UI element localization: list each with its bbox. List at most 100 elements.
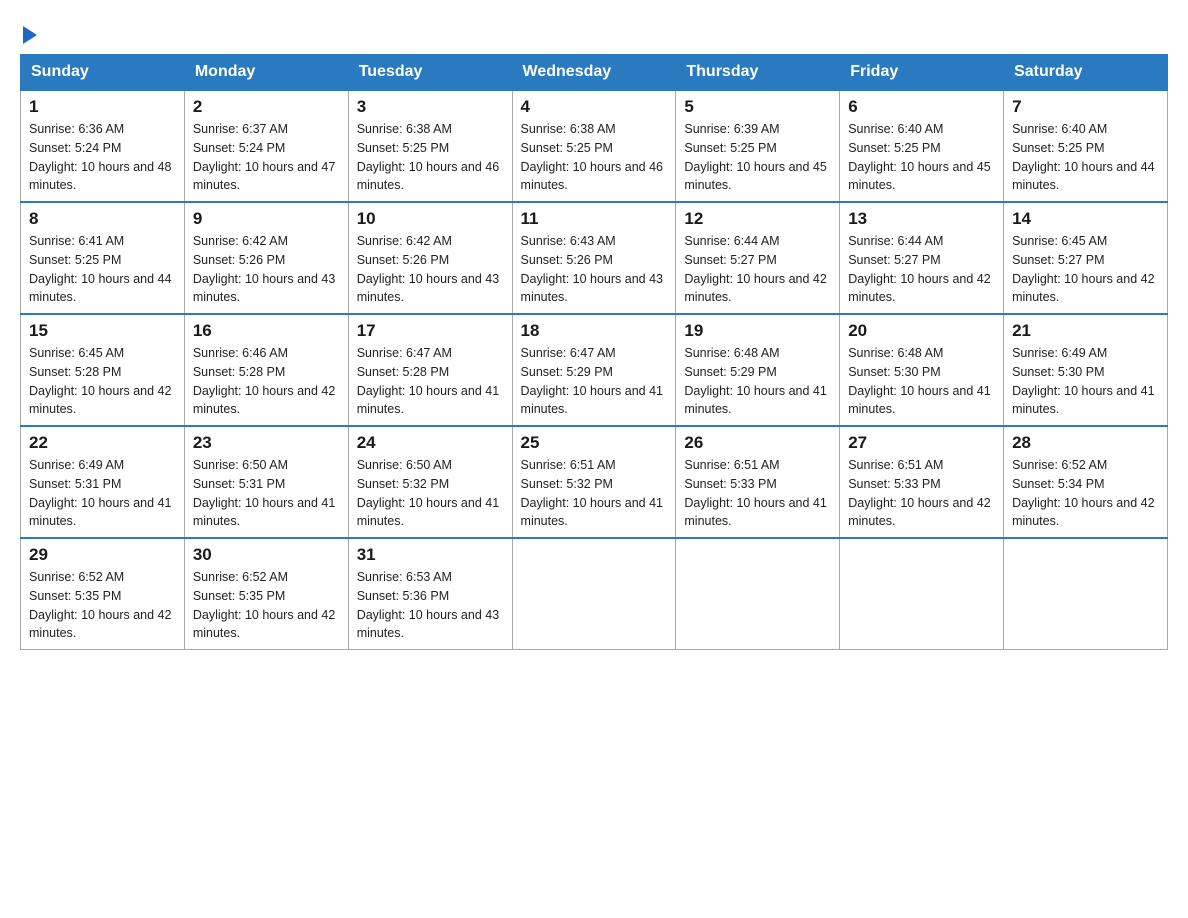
calendar-cell [1004,538,1168,650]
calendar-cell: 17 Sunrise: 6:47 AM Sunset: 5:28 PM Dayl… [348,314,512,426]
day-info: Sunrise: 6:39 AM Sunset: 5:25 PM Dayligh… [684,120,831,195]
sunrise: Sunrise: 6:37 AM [193,122,288,136]
daylight: Daylight: 10 hours and 42 minutes. [848,496,990,529]
daylight: Daylight: 10 hours and 43 minutes. [521,272,663,305]
sunrise: Sunrise: 6:49 AM [29,458,124,472]
day-number: 10 [357,209,504,229]
day-number: 26 [684,433,831,453]
sunset: Sunset: 5:32 PM [521,477,613,491]
sunset: Sunset: 5:25 PM [1012,141,1104,155]
day-info: Sunrise: 6:42 AM Sunset: 5:26 PM Dayligh… [357,232,504,307]
calendar-cell: 30 Sunrise: 6:52 AM Sunset: 5:35 PM Dayl… [184,538,348,650]
day-info: Sunrise: 6:51 AM Sunset: 5:32 PM Dayligh… [521,456,668,531]
day-number: 30 [193,545,340,565]
sunrise: Sunrise: 6:42 AM [357,234,452,248]
day-number: 14 [1012,209,1159,229]
day-number: 1 [29,97,176,117]
day-info: Sunrise: 6:48 AM Sunset: 5:29 PM Dayligh… [684,344,831,419]
sunset: Sunset: 5:26 PM [521,253,613,267]
calendar-cell: 20 Sunrise: 6:48 AM Sunset: 5:30 PM Dayl… [840,314,1004,426]
daylight: Daylight: 10 hours and 42 minutes. [193,608,335,641]
daylight: Daylight: 10 hours and 41 minutes. [29,496,171,529]
col-thursday: Thursday [676,55,840,91]
calendar-cell: 8 Sunrise: 6:41 AM Sunset: 5:25 PM Dayli… [21,202,185,314]
day-info: Sunrise: 6:52 AM Sunset: 5:35 PM Dayligh… [193,568,340,643]
calendar-cell: 7 Sunrise: 6:40 AM Sunset: 5:25 PM Dayli… [1004,90,1168,202]
day-number: 24 [357,433,504,453]
col-wednesday: Wednesday [512,55,676,91]
daylight: Daylight: 10 hours and 43 minutes. [357,608,499,641]
day-info: Sunrise: 6:40 AM Sunset: 5:25 PM Dayligh… [1012,120,1159,195]
sunset: Sunset: 5:25 PM [684,141,776,155]
day-info: Sunrise: 6:50 AM Sunset: 5:31 PM Dayligh… [193,456,340,531]
calendar-cell: 11 Sunrise: 6:43 AM Sunset: 5:26 PM Dayl… [512,202,676,314]
sunset: Sunset: 5:35 PM [29,589,121,603]
sunset: Sunset: 5:34 PM [1012,477,1104,491]
calendar-cell: 3 Sunrise: 6:38 AM Sunset: 5:25 PM Dayli… [348,90,512,202]
col-tuesday: Tuesday [348,55,512,91]
day-number: 19 [684,321,831,341]
calendar-cell: 31 Sunrise: 6:53 AM Sunset: 5:36 PM Dayl… [348,538,512,650]
day-info: Sunrise: 6:45 AM Sunset: 5:28 PM Dayligh… [29,344,176,419]
sunrise: Sunrise: 6:48 AM [848,346,943,360]
sunrise: Sunrise: 6:51 AM [521,458,616,472]
day-number: 25 [521,433,668,453]
sunrise: Sunrise: 6:44 AM [684,234,779,248]
daylight: Daylight: 10 hours and 44 minutes. [29,272,171,305]
sunset: Sunset: 5:25 PM [357,141,449,155]
sunrise: Sunrise: 6:38 AM [521,122,616,136]
sunrise: Sunrise: 6:46 AM [193,346,288,360]
sunset: Sunset: 5:36 PM [357,589,449,603]
sunrise: Sunrise: 6:45 AM [1012,234,1107,248]
day-number: 3 [357,97,504,117]
day-info: Sunrise: 6:53 AM Sunset: 5:36 PM Dayligh… [357,568,504,643]
daylight: Daylight: 10 hours and 41 minutes. [521,384,663,417]
day-number: 8 [29,209,176,229]
sunrise: Sunrise: 6:36 AM [29,122,124,136]
day-info: Sunrise: 6:45 AM Sunset: 5:27 PM Dayligh… [1012,232,1159,307]
day-info: Sunrise: 6:41 AM Sunset: 5:25 PM Dayligh… [29,232,176,307]
day-info: Sunrise: 6:37 AM Sunset: 5:24 PM Dayligh… [193,120,340,195]
sunrise: Sunrise: 6:53 AM [357,570,452,584]
sunset: Sunset: 5:25 PM [848,141,940,155]
calendar-cell: 29 Sunrise: 6:52 AM Sunset: 5:35 PM Dayl… [21,538,185,650]
calendar-cell: 1 Sunrise: 6:36 AM Sunset: 5:24 PM Dayli… [21,90,185,202]
sunset: Sunset: 5:26 PM [357,253,449,267]
sunset: Sunset: 5:33 PM [848,477,940,491]
col-friday: Friday [840,55,1004,91]
sunrise: Sunrise: 6:49 AM [1012,346,1107,360]
sunset: Sunset: 5:27 PM [684,253,776,267]
daylight: Daylight: 10 hours and 42 minutes. [29,384,171,417]
day-number: 27 [848,433,995,453]
week-row-2: 8 Sunrise: 6:41 AM Sunset: 5:25 PM Dayli… [21,202,1168,314]
daylight: Daylight: 10 hours and 46 minutes. [521,160,663,193]
calendar-cell: 21 Sunrise: 6:49 AM Sunset: 5:30 PM Dayl… [1004,314,1168,426]
day-number: 4 [521,97,668,117]
sunrise: Sunrise: 6:39 AM [684,122,779,136]
day-info: Sunrise: 6:40 AM Sunset: 5:25 PM Dayligh… [848,120,995,195]
sunrise: Sunrise: 6:45 AM [29,346,124,360]
day-number: 31 [357,545,504,565]
sunrise: Sunrise: 6:52 AM [1012,458,1107,472]
day-info: Sunrise: 6:51 AM Sunset: 5:33 PM Dayligh… [684,456,831,531]
calendar-cell: 24 Sunrise: 6:50 AM Sunset: 5:32 PM Dayl… [348,426,512,538]
calendar-cell: 13 Sunrise: 6:44 AM Sunset: 5:27 PM Dayl… [840,202,1004,314]
daylight: Daylight: 10 hours and 47 minutes. [193,160,335,193]
daylight: Daylight: 10 hours and 48 minutes. [29,160,171,193]
calendar-table: Sunday Monday Tuesday Wednesday Thursday… [20,54,1168,650]
col-sunday: Sunday [21,55,185,91]
sunrise: Sunrise: 6:52 AM [29,570,124,584]
sunset: Sunset: 5:29 PM [684,365,776,379]
sunset: Sunset: 5:24 PM [29,141,121,155]
calendar-cell: 14 Sunrise: 6:45 AM Sunset: 5:27 PM Dayl… [1004,202,1168,314]
daylight: Daylight: 10 hours and 43 minutes. [193,272,335,305]
day-info: Sunrise: 6:38 AM Sunset: 5:25 PM Dayligh… [357,120,504,195]
week-row-5: 29 Sunrise: 6:52 AM Sunset: 5:35 PM Dayl… [21,538,1168,650]
daylight: Daylight: 10 hours and 41 minutes. [357,384,499,417]
daylight: Daylight: 10 hours and 41 minutes. [1012,384,1154,417]
day-number: 6 [848,97,995,117]
day-info: Sunrise: 6:36 AM Sunset: 5:24 PM Dayligh… [29,120,176,195]
calendar-cell: 26 Sunrise: 6:51 AM Sunset: 5:33 PM Dayl… [676,426,840,538]
daylight: Daylight: 10 hours and 46 minutes. [357,160,499,193]
week-row-1: 1 Sunrise: 6:36 AM Sunset: 5:24 PM Dayli… [21,90,1168,202]
